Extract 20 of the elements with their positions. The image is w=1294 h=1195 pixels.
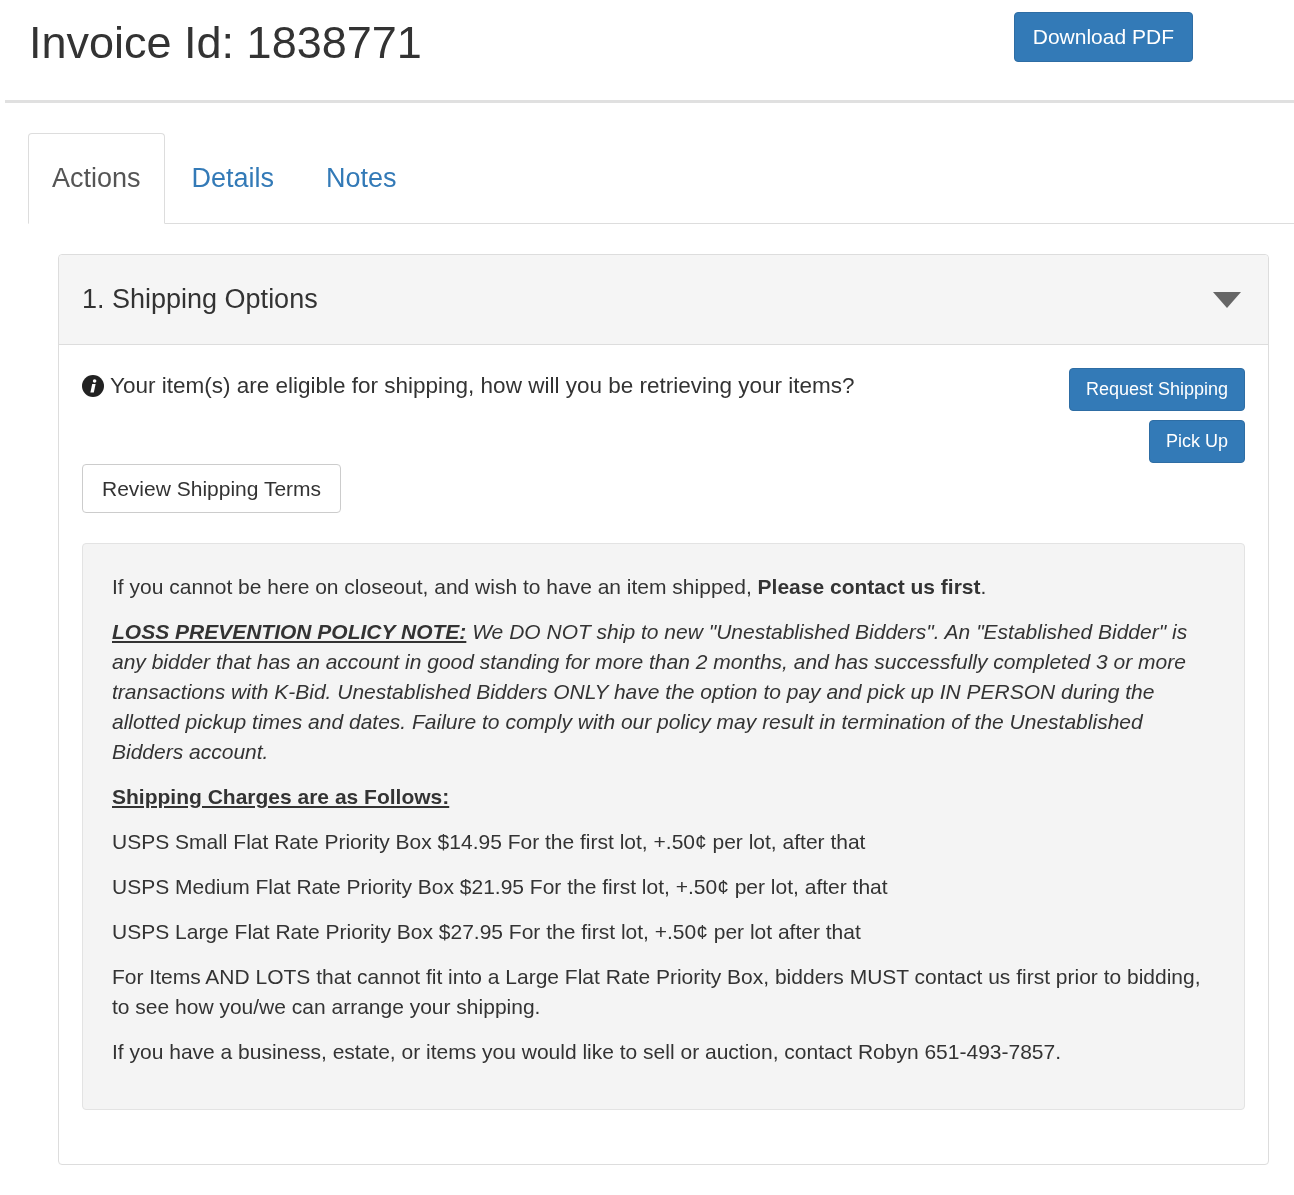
notice-text: USPS Large Flat Rate Priority Box $27.95 For the first lot, +.50¢ per lot after that bbox=[112, 919, 862, 945]
download-pdf-button[interactable]: Download PDF bbox=[1013, 12, 1193, 62]
prompt-text: Your item(s) are eligible for shipping, how will you be retrieving your items? bbox=[110, 372, 855, 400]
notice-text: USPS Medium Flat Rate Priority Box $21.95 For the first lot, +.50¢ per lot, after that bbox=[112, 874, 889, 900]
policy-note: LOSS PREVENTION POLICY NOTE: We DO NOT ship to new "Unestablished Bidders". An "Established Bidder" is any bidder that has an account in good standing for more than 2 months, and has successfully completed 3 or more transactions with K-Bid. Unestablished Bidders ONLY have the option to pay and pick up IN PERSON during the allotted pickup times and dates. Failure to comply with our policy may result in termination of the Unestablished Bidders account. bbox=[112, 619, 1189, 765]
tab[interactable]: Details bbox=[166, 133, 300, 223]
info-icon bbox=[82, 375, 104, 397]
review-terms-button[interactable]: Review Shipping Terms bbox=[82, 464, 342, 513]
notice-text: USPS Small Flat Rate Priority Box $14.95 For the first lot, +.50¢ per lot, after that bbox=[112, 829, 867, 855]
charges-heading: Shipping Charges are as Follows: bbox=[112, 784, 451, 810]
invoice-title: Invoice Id: 1838771 bbox=[29, 16, 422, 70]
tab[interactable]: Actions bbox=[28, 133, 165, 224]
caret-down-icon[interactable] bbox=[1213, 291, 1241, 308]
action-button[interactable]: Request Shipping bbox=[1068, 368, 1245, 411]
notice-text: If you cannot be here on closeout, and wish to have an item shipped, Please contact us first. bbox=[112, 574, 988, 600]
tab[interactable]: Notes bbox=[301, 133, 422, 223]
action-button[interactable]: Pick Up bbox=[1149, 420, 1245, 463]
notice-text: If you have a business, estate, or items you would like to sell or auction, contact Robyn 651-493-7857. bbox=[112, 1039, 1063, 1065]
notice-text: For Items AND LOTS that cannot fit into a Large Flat Rate Priority Box, bidders MUST contact us first prior to bidding, to see how you/we can arrange your shipping. bbox=[112, 964, 1202, 1020]
panel-title: 1. Shipping Options bbox=[82, 283, 318, 317]
